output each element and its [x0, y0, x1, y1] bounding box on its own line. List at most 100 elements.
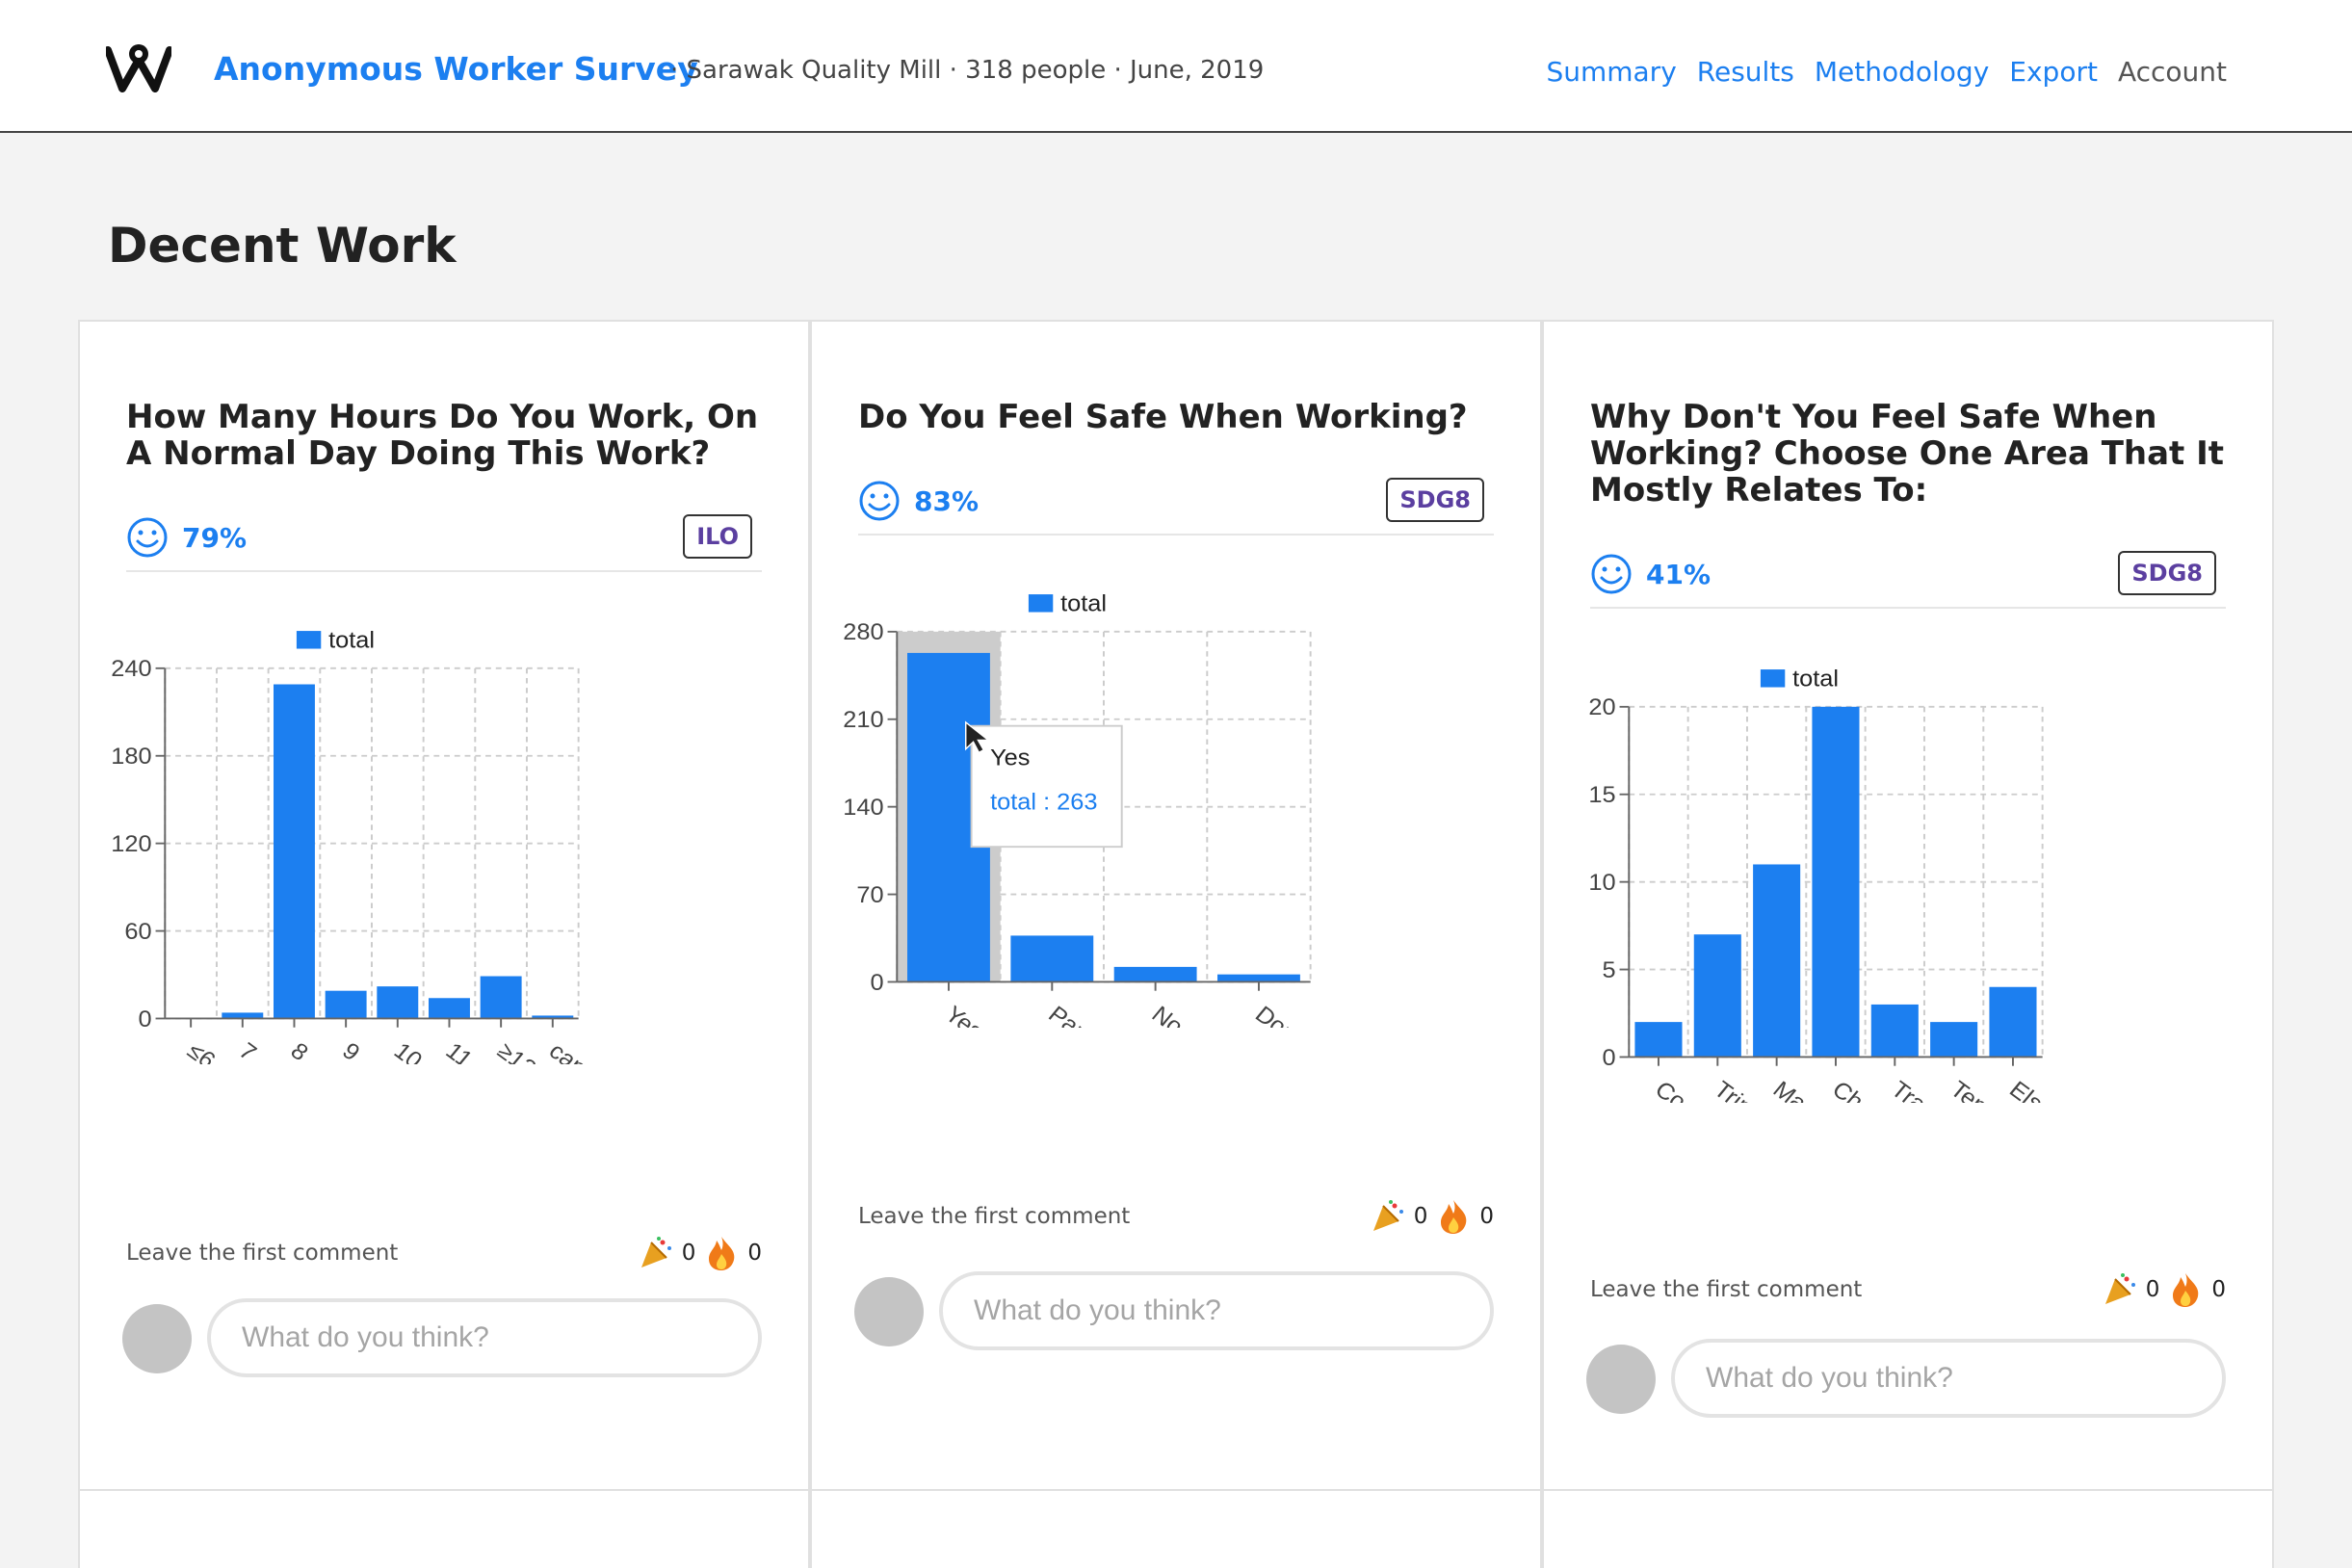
party-reaction[interactable]: 0	[1370, 1198, 1427, 1235]
bar-chart[interactable]: 05101520Co-workers/bossesTrippingMachine…	[1563, 659, 2183, 1103]
question-card-next	[810, 1489, 1542, 1568]
party-reaction[interactable]: 0	[638, 1235, 696, 1271]
smiley-icon	[127, 517, 168, 558]
fire-reaction[interactable]: 0	[2167, 1271, 2226, 1308]
legend-swatch	[1760, 669, 1786, 688]
x-tick-label: ≤6	[182, 1038, 220, 1064]
chart-plot: 05101520Co-workers/bossesTrippingMachine…	[1588, 695, 2069, 1104]
top-bar: Anonymous Worker Survey · Sarawak Qualit…	[0, 0, 2352, 133]
smiley-icon	[859, 481, 900, 521]
comment-row: Leave the first comment 0 0	[126, 1235, 762, 1273]
bar	[377, 986, 419, 1019]
comment-input[interactable]	[207, 1298, 762, 1377]
comment-prompt[interactable]: Leave the first comment	[126, 1241, 398, 1266]
legend-swatch	[1028, 594, 1054, 613]
question-cards: How Many Hours Do You Work, On A Normal …	[78, 320, 2274, 1568]
comment-prompt[interactable]: Leave the first comment	[858, 1204, 1130, 1229]
nav-results[interactable]: Results	[1697, 56, 1794, 88]
chart-tooltip: Yes total : 263	[964, 720, 1123, 849]
fire-count: 0	[747, 1241, 762, 1266]
x-tick-label: 9	[337, 1038, 364, 1064]
x-tick-label: Travel	[1886, 1077, 1955, 1103]
comment-prompt[interactable]: Leave the first comment	[1590, 1277, 1862, 1302]
reactions: 0 0	[2102, 1271, 2226, 1308]
legend-label: total	[1792, 666, 1839, 692]
bar-chart[interactable]: 0 70 140 210 280 Yes Partially No Don't Know tota…	[831, 584, 1451, 1028]
bar-chart[interactable]: 0 60 120 180 240 ≤6 789 10 11 ≥12can'tsay total	[99, 620, 719, 1064]
comment-input-row	[854, 1271, 1509, 1350]
tooltip-value: total : 263	[990, 790, 1097, 815]
party-count: 0	[2145, 1277, 2160, 1302]
logo-icon[interactable]	[106, 42, 171, 92]
survey-subtitle: · Sarawak Quality Mill · 318 people · Ju…	[670, 56, 1265, 85]
bar	[1010, 935, 1094, 982]
fire-icon	[709, 1237, 735, 1270]
y-tick-label: 0	[871, 970, 884, 995]
y-tick-label: 15	[1588, 783, 1615, 808]
legend-swatch	[296, 631, 322, 649]
y-tick-label: 140	[843, 796, 883, 821]
standard-badge[interactable]: ILO	[683, 514, 752, 559]
question-card: How Many Hours Do You Work, On A Normal …	[78, 320, 810, 1491]
score-percent: 41%	[1646, 559, 1712, 590]
party-popper-icon	[1372, 1200, 1403, 1231]
nav-summary[interactable]: Summary	[1546, 56, 1676, 88]
fire-icon	[1441, 1200, 1467, 1234]
standard-badge[interactable]: SDG8	[2118, 551, 2216, 595]
app-title[interactable]: Anonymous Worker Survey	[214, 50, 698, 88]
chart-plot: 0 60 120 180 240 ≤6 789 10 11 ≥12can'tsay	[111, 657, 631, 1065]
x-tick-label: can'tsay	[544, 1038, 631, 1064]
fire-count: 0	[2211, 1277, 2226, 1302]
bar	[274, 684, 315, 1019]
score-row: 79% ILO	[126, 514, 762, 572]
tooltip-category: Yes	[990, 745, 1030, 771]
reactions: 0 0	[1370, 1198, 1494, 1235]
avatar	[122, 1304, 192, 1373]
legend: total	[1760, 666, 1839, 692]
fire-reaction[interactable]: 0	[1435, 1198, 1494, 1235]
x-tick-label: 11	[440, 1038, 477, 1064]
x-tick-label: ≥12	[492, 1038, 540, 1064]
party-popper-icon	[640, 1237, 671, 1267]
comment-row: Leave the first comment 0 0	[858, 1198, 1494, 1237]
bar	[1753, 864, 1801, 1058]
legend-label: total	[328, 628, 375, 653]
y-tick-label: 240	[111, 657, 151, 682]
nav-account[interactable]: Account	[2118, 56, 2227, 88]
legend-label: total	[1060, 591, 1107, 616]
bar	[325, 990, 367, 1019]
score-percent: 79%	[182, 522, 248, 554]
score-percent: 83%	[914, 485, 980, 517]
standard-badge[interactable]: SDG8	[1386, 478, 1484, 522]
y-tick-label: 60	[124, 919, 151, 944]
nav-export[interactable]: Export	[2009, 56, 2098, 88]
tooltip-box	[970, 724, 1123, 849]
smiley-icon	[1591, 554, 1632, 594]
bar	[1870, 1004, 1919, 1058]
legend: total	[296, 628, 375, 653]
y-tick-label: 180	[111, 745, 151, 770]
question-card: Why Don't You Feel Safe When Working? Ch…	[1542, 320, 2274, 1491]
x-tick-label: Don't Know	[1250, 1002, 1365, 1028]
comment-input[interactable]	[1671, 1339, 2226, 1418]
bar	[1217, 974, 1300, 982]
avatar	[1586, 1345, 1656, 1414]
y-tick-label: 70	[856, 882, 883, 907]
x-tick-label: 8	[285, 1038, 312, 1064]
x-tick-label: Yes	[940, 1002, 988, 1028]
fire-reaction[interactable]: 0	[703, 1235, 762, 1271]
comment-input-row	[122, 1298, 777, 1377]
y-tick-label: 0	[139, 1006, 152, 1032]
question-title: Why Don't You Feel Safe When Working? Ch…	[1590, 398, 2225, 510]
y-tick-label: 5	[1603, 957, 1616, 982]
bar	[1930, 1022, 1978, 1058]
bar	[1113, 966, 1197, 982]
nav-methodology[interactable]: Methodology	[1815, 56, 1989, 88]
comment-input[interactable]	[939, 1271, 1494, 1350]
section-title: Decent Work	[108, 218, 457, 274]
y-tick-label: 10	[1588, 871, 1615, 896]
fire-icon	[2173, 1273, 2199, 1307]
bar	[480, 976, 522, 1019]
party-reaction[interactable]: 0	[2102, 1271, 2160, 1308]
party-count: 0	[681, 1241, 696, 1266]
